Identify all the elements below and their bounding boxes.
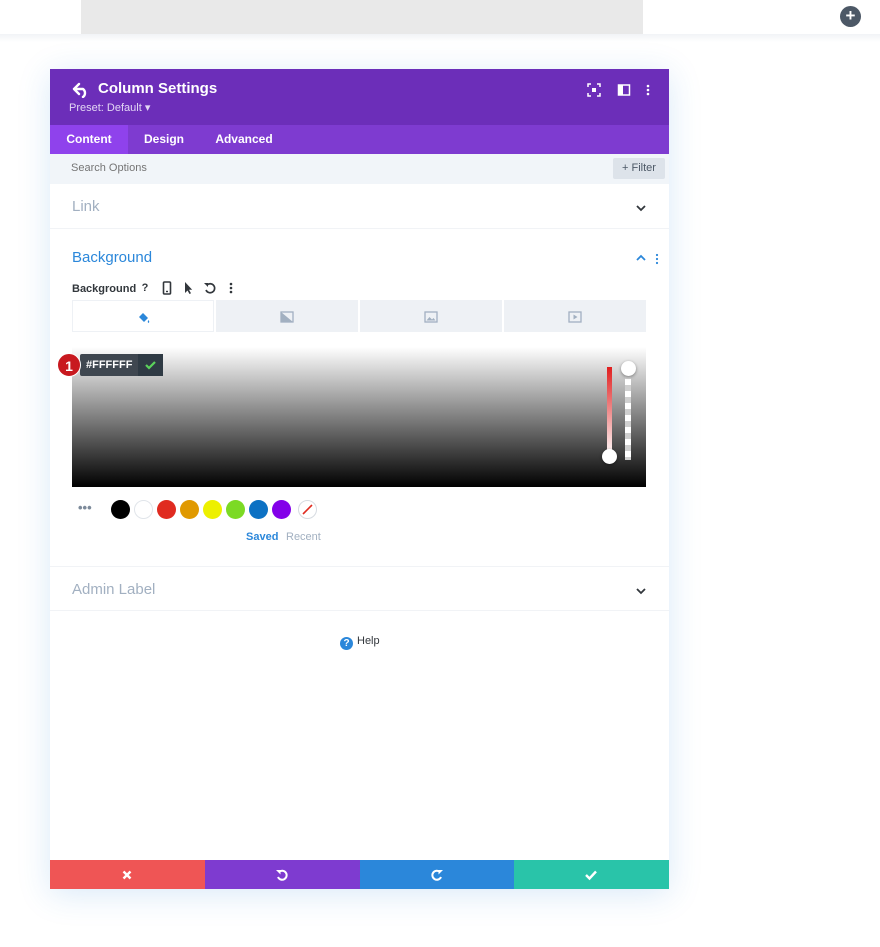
opacity-slider-handle[interactable] [621,361,636,376]
search-input[interactable] [71,162,371,174]
swatch-white[interactable] [134,500,153,519]
help-icon: ? [340,637,353,650]
video-icon [568,311,582,323]
swatch-blue[interactable] [249,500,268,519]
tab-background-gradient[interactable] [216,300,358,332]
tab-background-image[interactable] [360,300,502,332]
section-more-icon[interactable] [653,253,661,265]
modal-footer [50,860,669,889]
tab-advanced[interactable]: Advanced [200,125,288,154]
save-button[interactable] [514,860,669,889]
chevron-down-icon [636,205,646,212]
undo-icon[interactable] [203,281,217,295]
swatch-no-color[interactable] [298,500,317,519]
admin-label-section[interactable]: Admin Label [50,566,669,611]
help-icon[interactable]: ? [138,281,152,295]
close-icon [122,870,132,880]
swatch-purple[interactable] [272,500,291,519]
palette-tab-saved[interactable]: Saved [246,531,278,543]
swatch-orange[interactable] [180,500,199,519]
hex-color-field [80,354,163,376]
tab-content[interactable]: Content [50,125,128,154]
gradient-icon [280,311,294,323]
undo-icon [276,869,288,881]
chevron-up-icon[interactable] [635,254,647,262]
link-section-title: Link [72,198,100,215]
confirm-color-button[interactable] [138,354,163,376]
cursor-icon[interactable] [181,281,195,295]
tab-background-color[interactable] [72,300,214,332]
discard-button[interactable] [50,860,205,889]
mobile-icon[interactable] [160,281,174,295]
add-module-button[interactable]: + [840,6,861,27]
background-section-title[interactable]: Background [72,249,152,266]
expand-icon[interactable] [587,83,601,97]
hue-slider-handle[interactable] [602,449,617,464]
palette-tab-recent[interactable]: Recent [286,531,321,543]
builder-divider [0,34,880,42]
hue-slider[interactable] [607,367,612,457]
back-arrow-icon[interactable] [72,82,90,98]
modal-header: Column Settings Preset: Default ▾ [50,69,669,125]
opacity-slider[interactable] [625,367,631,460]
color-icon [139,313,150,323]
chevron-down-icon [636,588,646,595]
swatch-yellow[interactable] [203,500,222,519]
search-bar: + Filter [50,154,669,184]
redo-icon [431,869,443,881]
background-type-tabs [72,300,646,332]
more-vertical-icon[interactable] [224,281,238,295]
check-icon [585,870,597,881]
link-section[interactable]: Link [50,184,669,229]
settings-tabs: Content Design Advanced [50,125,669,154]
sidebar-layout-icon[interactable] [617,83,631,97]
filter-button[interactable]: + Filter [613,158,665,179]
swatch-black[interactable] [111,500,130,519]
no-color-icon [302,504,313,515]
swatch-green[interactable] [226,500,245,519]
hex-input[interactable] [86,354,138,376]
builder-row-placeholder [81,0,643,34]
modal-title: Column Settings [98,80,218,97]
tab-design[interactable]: Design [128,125,200,154]
more-swatches-icon[interactable]: ••• [78,501,94,517]
tab-background-video[interactable] [504,300,646,332]
swatch-red[interactable] [157,500,176,519]
help-label: Help [357,635,380,647]
redo-button[interactable] [360,860,515,889]
image-icon [424,311,438,323]
help-link[interactable]: ? Help [340,635,380,650]
background-field-label: Background [72,283,137,295]
more-vertical-icon[interactable] [641,83,655,97]
undo-button[interactable] [205,860,360,889]
column-settings-modal: Column Settings Preset: Default ▾ Conten… [50,69,669,889]
preset-dropdown[interactable]: Preset: Default ▾ [69,101,150,114]
admin-label-section-title: Admin Label [72,581,156,598]
step-number-badge: 1 [57,353,81,377]
plus-icon: + [845,6,856,25]
check-icon [145,361,156,370]
